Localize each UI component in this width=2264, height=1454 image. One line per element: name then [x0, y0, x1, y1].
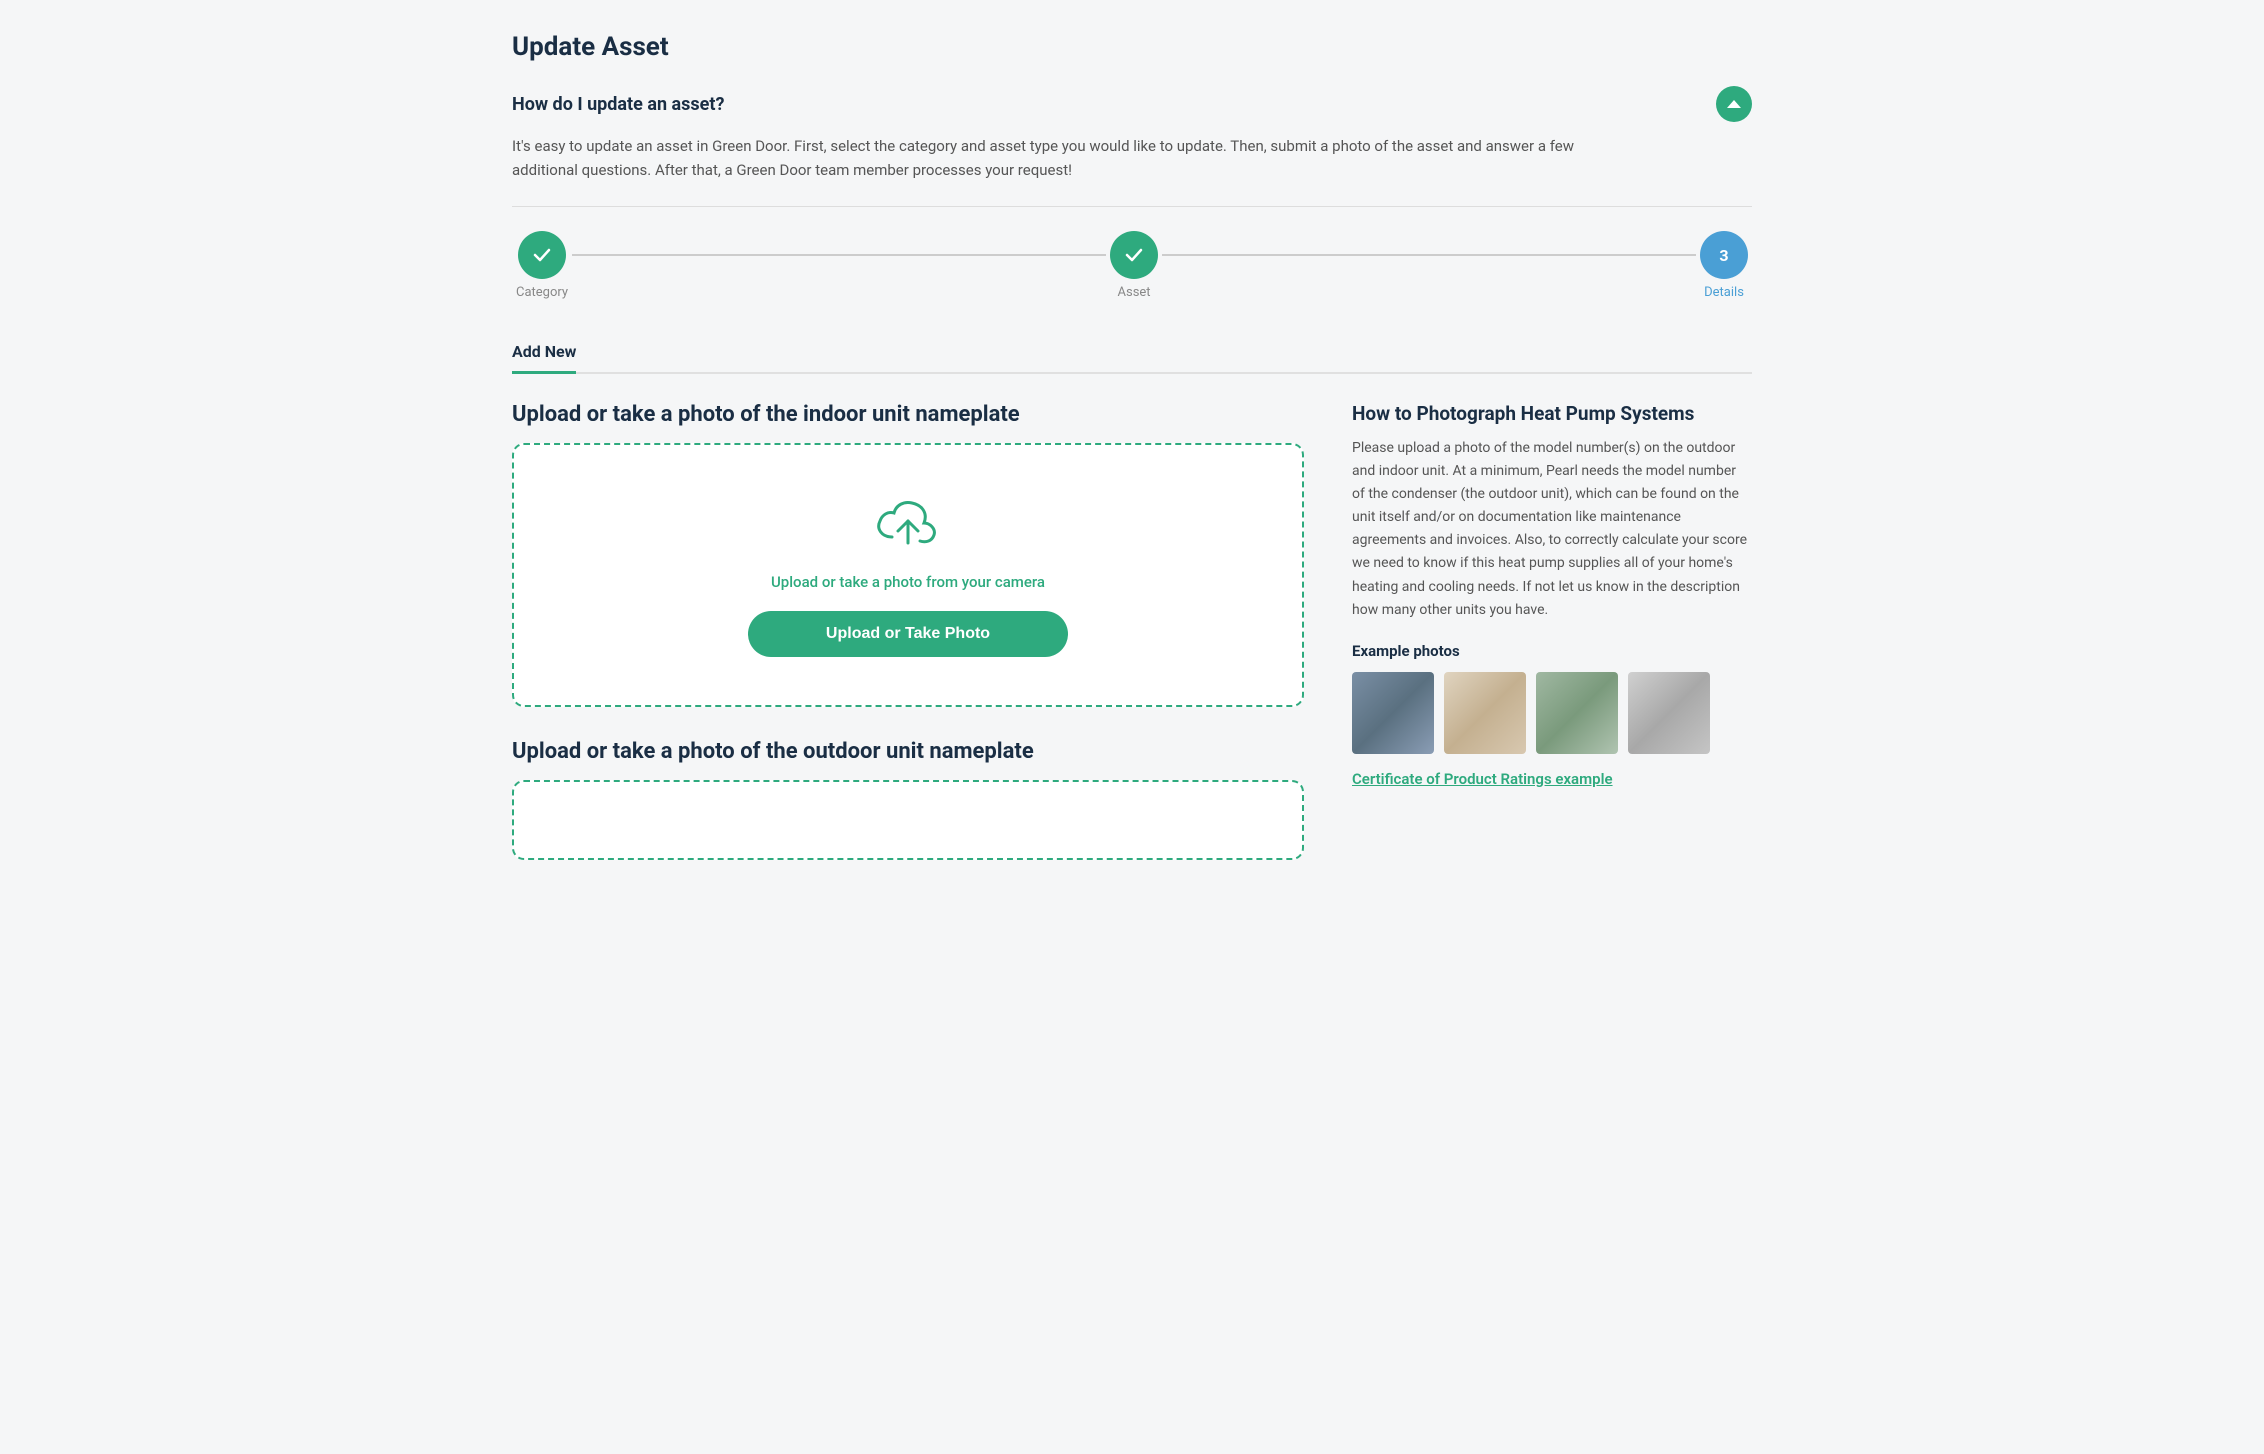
indoor-section-title: Upload or take a photo of the indoor uni…	[512, 402, 1304, 427]
example-photo-3	[1536, 672, 1618, 754]
outdoor-section-title: Upload or take a photo of the outdoor un…	[512, 739, 1304, 764]
indoor-dropzone-text: Upload or take a photo from your camera	[771, 573, 1045, 591]
step-line-1	[572, 254, 1106, 256]
faq-section: How do I update an asset? It's easy to u…	[512, 86, 1752, 182]
example-photo-4	[1628, 672, 1710, 754]
faq-header: How do I update an asset?	[512, 86, 1752, 122]
checkmark-icon-asset	[1123, 244, 1145, 266]
step-details: 3 Details	[1700, 231, 1748, 300]
left-column: Upload or take a photo of the indoor uni…	[512, 402, 1304, 860]
example-photo-2	[1444, 672, 1526, 754]
stepper: Category Asset 3 Details	[512, 231, 1752, 300]
how-to-title: How to Photograph Heat Pump Systems	[1352, 402, 1752, 425]
checkmark-icon-category	[531, 244, 553, 266]
step-circle-details: 3	[1700, 231, 1748, 279]
indoor-upload-button[interactable]: Upload or Take Photo	[748, 611, 1068, 657]
outdoor-upload-dropzone[interactable]	[512, 780, 1304, 860]
step-label-asset: Asset	[1118, 285, 1151, 300]
chevron-up-icon	[1726, 96, 1742, 112]
outdoor-upload-section: Upload or take a photo of the outdoor un…	[512, 739, 1304, 860]
sidebar: How to Photograph Heat Pump Systems Plea…	[1352, 402, 1752, 860]
step-line-2	[1162, 254, 1696, 256]
indoor-upload-section: Upload or take a photo of the indoor uni…	[512, 402, 1304, 707]
indoor-upload-dropzone[interactable]: Upload or take a photo from your camera …	[512, 443, 1304, 707]
faq-question: How do I update an asset?	[512, 94, 724, 115]
step-asset: Asset	[1110, 231, 1158, 300]
how-to-text: Please upload a photo of the model numbe…	[1352, 437, 1752, 622]
step-circle-category	[518, 231, 566, 279]
step-category: Category	[516, 231, 568, 300]
page-title: Update Asset	[512, 32, 1752, 62]
tab-add-new[interactable]: Add New	[512, 332, 576, 374]
tabs-bar: Add New	[512, 332, 1752, 374]
example-photo-1	[1352, 672, 1434, 754]
cert-link[interactable]: Certificate of Product Ratings example	[1352, 770, 1613, 788]
faq-answer: It's easy to update an asset in Green Do…	[512, 134, 1612, 182]
faq-toggle-button[interactable]	[1716, 86, 1752, 122]
step-circle-asset	[1110, 231, 1158, 279]
example-photos-grid	[1352, 672, 1752, 754]
main-layout: Upload or take a photo of the indoor uni…	[512, 402, 1752, 860]
step-label-category: Category	[516, 285, 568, 300]
cloud-upload-icon	[872, 493, 944, 557]
section-divider	[512, 206, 1752, 207]
example-photos-label: Example photos	[1352, 642, 1752, 660]
step-label-details: Details	[1704, 285, 1744, 300]
